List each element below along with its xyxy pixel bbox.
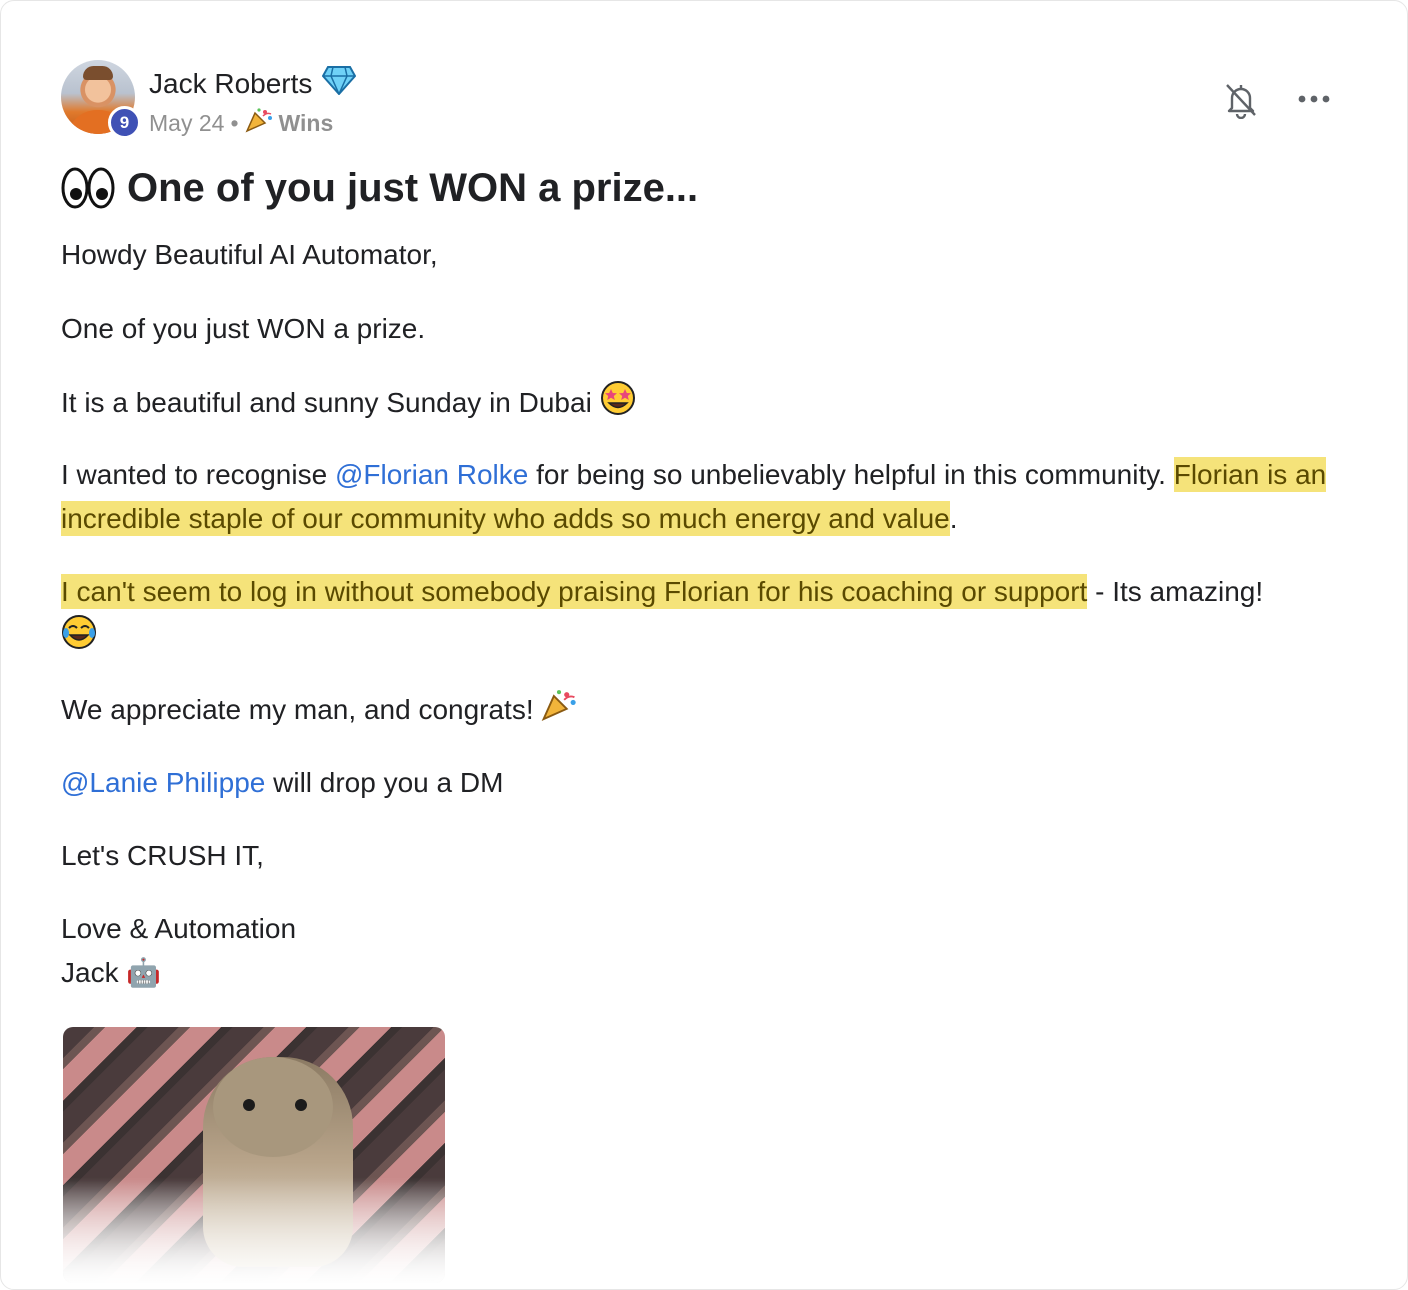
body-text: It is a beautiful and sunny Sunday in Du…	[61, 386, 592, 418]
post-title: One of you just WON a prize...	[127, 165, 699, 210]
diamond-icon	[322, 65, 357, 102]
star-struck-emoji-icon	[600, 380, 636, 429]
highlighted-text: I can't seem to log in without somebody …	[61, 574, 1088, 609]
body-text: - Its amazing!	[1087, 576, 1264, 607]
body-text: will drop you a DM	[265, 767, 504, 798]
tears-of-joy-emoji-icon	[61, 614, 97, 663]
post-date[interactable]: May 24	[149, 110, 224, 137]
body-paragraph: We appreciate my man, and congrats!	[61, 688, 577, 735]
body-text: We appreciate my man, and congrats!	[61, 694, 534, 725]
body-paragraph: @Lanie Philippe will drop you a DM	[61, 761, 503, 805]
party-popper-icon	[541, 688, 577, 735]
body-text: I wanted to recognise	[61, 459, 335, 490]
bell-off-icon[interactable]	[1223, 81, 1259, 120]
party-popper-icon	[245, 107, 273, 139]
mention-lanie[interactable]: @Lanie Philippe	[61, 767, 265, 798]
author-row: Jack Roberts	[149, 65, 357, 102]
post-meta: May 24 • Wins	[149, 107, 333, 139]
post-title-row: One of you just WON a prize...	[61, 165, 698, 211]
body-text: for being so unbelievably helpful in thi…	[528, 459, 1174, 490]
body-paragraph: Howdy Beautiful AI Automator,	[61, 239, 438, 270]
body-paragraph: Jack 🤖	[61, 957, 162, 988]
body-paragraph: I wanted to recognise @Florian Rolke for…	[61, 453, 1351, 541]
author-avatar[interactable]: 9	[61, 60, 141, 139]
body-paragraph: It is a beautiful and sunny Sunday in Du…	[61, 380, 636, 429]
body-paragraph: I can't seem to log in without somebody …	[61, 570, 1351, 663]
category-link[interactable]: Wins	[279, 110, 334, 137]
more-options-icon[interactable]	[1297, 89, 1333, 109]
mention-florian[interactable]: @Florian Rolke	[335, 459, 528, 490]
author-name[interactable]: Jack Roberts	[149, 68, 312, 100]
body-paragraph: One of you just WON a prize.	[61, 313, 426, 344]
body-paragraph: Let's CRUSH IT,	[61, 840, 264, 871]
level-badge: 9	[108, 106, 141, 139]
meta-separator: •	[230, 109, 239, 136]
body-text: .	[949, 503, 958, 534]
eyes-icon	[61, 165, 115, 211]
attached-gif[interactable]	[63, 1027, 445, 1283]
post-card: 9 Jack Roberts May 24 • Wins One of you …	[0, 0, 1408, 1290]
body-paragraph: Love & Automation	[61, 913, 297, 944]
